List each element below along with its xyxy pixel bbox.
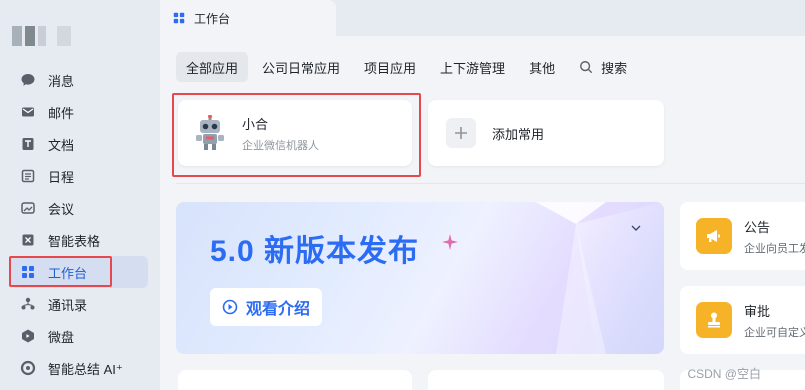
watch-intro-label: 观看介绍 bbox=[246, 301, 311, 318]
sidebar-item-docs[interactable]: 文档 bbox=[10, 128, 148, 160]
release-banner[interactable]: 5.0 新版本发布 观看介绍 bbox=[176, 202, 664, 354]
calendar-icon bbox=[20, 168, 36, 184]
sidebar-item-label: 微盘 bbox=[48, 329, 75, 345]
tab-workbench[interactable]: 工作台 bbox=[160, 0, 336, 36]
app-card-partial[interactable] bbox=[178, 370, 412, 390]
sidebar-item-messages[interactable]: 消息 bbox=[10, 64, 148, 96]
drive-icon bbox=[20, 328, 36, 344]
sidebar-item-drive[interactable]: 微盘 bbox=[10, 320, 148, 352]
ai-summary-icon bbox=[20, 360, 36, 376]
watermark: CSDN @空白 bbox=[687, 367, 761, 381]
app-card-bot[interactable]: 小合 企业微信机器人 bbox=[178, 100, 412, 166]
main-panel: 工作台 全部应用 公司日常应用 项目应用 上下游管理 其他 搜索 小合 企业微信… bbox=[160, 0, 805, 390]
sidebar-item-label: 工作台 bbox=[48, 265, 88, 281]
stamp-icon bbox=[696, 302, 732, 338]
add-common-button[interactable]: 添加常用 bbox=[428, 100, 664, 166]
sidebar-item-smart-sheet[interactable]: 智能表格 bbox=[10, 224, 148, 256]
sidebar-item-label: 智能总结 AI⁺ bbox=[48, 361, 123, 377]
sidebar-item-ai-summary[interactable]: 智能总结 AI⁺ bbox=[10, 352, 148, 384]
contacts-icon bbox=[20, 296, 36, 312]
sidebar-item-contacts[interactable]: 通讯录 bbox=[10, 288, 148, 320]
search-icon bbox=[579, 60, 593, 74]
sidebar-item-mail[interactable]: 邮件 bbox=[10, 96, 148, 128]
chat-bubble-icon bbox=[20, 72, 36, 88]
category-tabs: 全部应用 公司日常应用 项目应用 上下游管理 其他 搜索 bbox=[176, 52, 641, 82]
category-project-apps[interactable]: 项目应用 bbox=[354, 52, 426, 82]
megaphone-icon bbox=[696, 218, 732, 254]
divider bbox=[176, 183, 805, 184]
add-common-label: 添加常用 bbox=[492, 126, 545, 142]
sidebar-item-label: 消息 bbox=[48, 73, 75, 89]
app-title: 公告 bbox=[744, 219, 771, 235]
sidebar-item-label: 日程 bbox=[48, 169, 75, 185]
avatar[interactable] bbox=[12, 26, 71, 46]
category-supply-chain[interactable]: 上下游管理 bbox=[430, 52, 515, 82]
app-subtitle: 企业微信机器人 bbox=[242, 139, 319, 152]
app-subtitle: 企业向员工发 bbox=[744, 242, 805, 255]
workbench-grid-icon bbox=[172, 11, 186, 25]
category-daily-apps[interactable]: 公司日常应用 bbox=[252, 52, 350, 82]
sidebar-item-meeting[interactable]: 会议 bbox=[10, 192, 148, 224]
sidebar-item-calendar[interactable]: 日程 bbox=[10, 160, 148, 192]
category-all-apps[interactable]: 全部应用 bbox=[176, 52, 249, 82]
sparkle-icon bbox=[442, 234, 458, 253]
watch-intro-button[interactable]: 观看介绍 bbox=[210, 288, 323, 326]
app-card-partial[interactable] bbox=[428, 370, 664, 390]
robot-icon bbox=[194, 115, 226, 151]
mail-icon bbox=[20, 104, 36, 120]
sidebar-item-label: 文档 bbox=[48, 137, 75, 153]
sidebar-item-label: 会议 bbox=[48, 201, 75, 217]
category-other[interactable]: 其他 bbox=[519, 52, 565, 82]
tab-label: 工作台 bbox=[194, 11, 231, 26]
meeting-icon bbox=[20, 200, 36, 216]
sidebar-item-label: 智能表格 bbox=[48, 233, 101, 249]
chevron-down-icon[interactable] bbox=[630, 222, 642, 237]
document-icon bbox=[20, 136, 36, 152]
search-button[interactable]: 搜索 bbox=[569, 52, 637, 82]
play-icon bbox=[222, 299, 238, 315]
sidebar-item-label: 通讯录 bbox=[48, 297, 88, 313]
plus-icon bbox=[446, 118, 476, 148]
app-card-notice[interactable]: 公告 企业向员工发 bbox=[680, 202, 805, 270]
sidebar: 消息 邮件 文档 日程 会议 智能表格 工作台 通讯录 微盘 智能总结 AI⁺ bbox=[0, 0, 160, 390]
sidebar-item-workbench[interactable]: 工作台 bbox=[10, 256, 148, 288]
banner-title: 5.0 新版本发布 bbox=[210, 235, 420, 268]
app-card-approval[interactable]: 审批 企业可自定义 bbox=[680, 286, 805, 354]
banner-decoration bbox=[536, 202, 664, 354]
tab-bar: 工作台 bbox=[160, 0, 805, 36]
app-subtitle: 企业可自定义 bbox=[744, 326, 805, 339]
app-title: 审批 bbox=[744, 303, 771, 319]
workbench-grid-icon bbox=[20, 264, 36, 280]
search-label: 搜索 bbox=[601, 60, 628, 76]
smart-sheet-icon bbox=[20, 232, 36, 248]
app-title: 小合 bbox=[242, 116, 269, 132]
sidebar-item-label: 邮件 bbox=[48, 105, 75, 121]
